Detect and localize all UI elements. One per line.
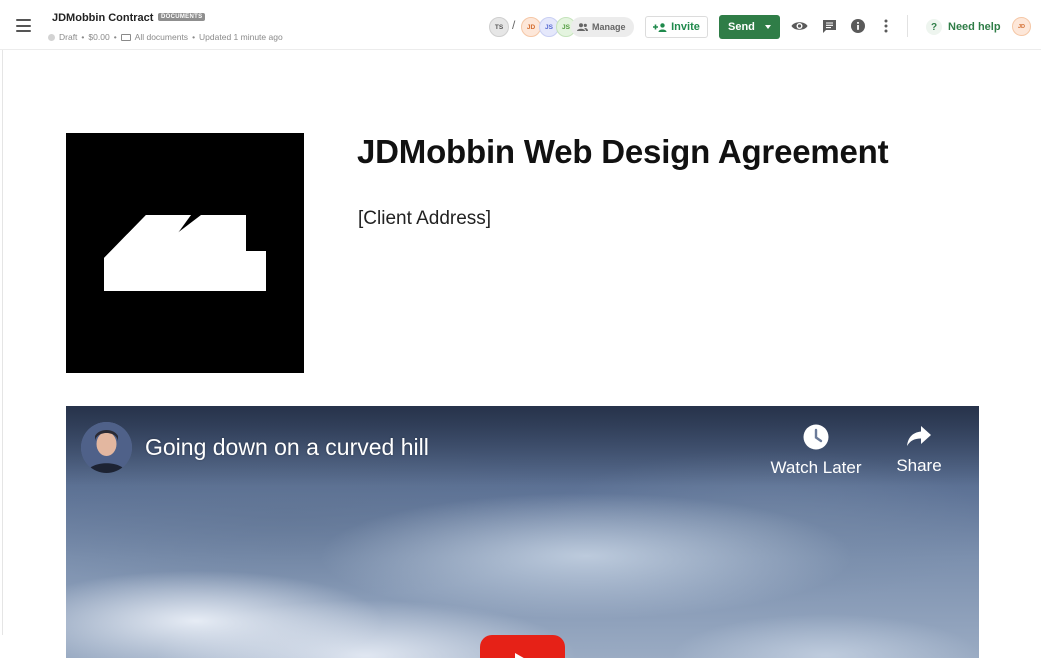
top-bar: JDMobbin Contract DOCUMENTS Draft • $0.0…: [0, 0, 1041, 50]
folder-icon: [120, 33, 131, 41]
collaborator-avatar[interactable]: JD: [521, 17, 541, 37]
clock-icon: [803, 424, 829, 450]
send-label: Send: [728, 21, 755, 33]
hamburger-menu-icon[interactable]: [16, 19, 31, 32]
video-title[interactable]: Going down on a curved hill: [145, 434, 429, 461]
meta-separator: •: [81, 32, 85, 42]
need-help-button[interactable]: ? Need help: [922, 16, 1005, 38]
chevron-down-icon[interactable]: [765, 25, 771, 29]
amount-text: $0.00: [88, 32, 110, 42]
document-meta: Draft • $0.00 • All documents • Updated …: [48, 32, 283, 42]
avatar-separator: /: [512, 18, 516, 32]
manage-label: Manage: [592, 22, 626, 32]
updated-text: Updated 1 minute ago: [199, 32, 283, 42]
play-button[interactable]: [480, 635, 565, 658]
help-icon: ?: [926, 19, 942, 35]
share-button[interactable]: Share: [884, 424, 954, 476]
client-address[interactable]: [Client Address]: [358, 208, 491, 230]
owner-avatar[interactable]: TS: [489, 17, 509, 37]
company-logo[interactable]: [66, 133, 304, 373]
info-icon[interactable]: [849, 17, 867, 35]
channel-avatar[interactable]: [81, 422, 132, 473]
agreement-title[interactable]: JDMobbin Web Design Agreement: [357, 133, 889, 171]
invite-button[interactable]: Invite: [645, 16, 708, 38]
user-avatar[interactable]: JD: [1012, 17, 1031, 36]
toolbar-divider: [907, 15, 908, 37]
status-text: Draft: [59, 32, 78, 42]
meta-separator: •: [192, 32, 196, 42]
add-person-icon: [653, 22, 667, 32]
share-arrow-icon: [907, 426, 931, 446]
eye-icon[interactable]: [790, 17, 808, 35]
page-margin: [979, 635, 1041, 658]
document-title[interactable]: JDMobbin Contract: [52, 12, 153, 24]
page-edge: [2, 50, 3, 635]
meta-separator: •: [113, 32, 117, 42]
watch-later-button[interactable]: Watch Later: [766, 424, 866, 478]
m-logo-icon: [104, 215, 266, 291]
person-icon: [81, 422, 132, 473]
watch-later-label: Watch Later: [770, 458, 862, 477]
manage-button[interactable]: Manage: [571, 17, 634, 37]
more-vertical-icon[interactable]: [877, 17, 895, 35]
folder-link[interactable]: All documents: [135, 32, 188, 42]
need-help-label: Need help: [948, 21, 1001, 33]
send-button[interactable]: Send: [719, 15, 780, 39]
share-label: Share: [896, 456, 942, 475]
documents-badge: DOCUMENTS: [158, 13, 206, 21]
people-icon: [577, 23, 588, 31]
video-embed[interactable]: Going down on a curved hill Watch Later …: [66, 406, 979, 658]
invite-label: Invite: [671, 21, 700, 33]
status-dot-icon: [48, 33, 55, 41]
page-margin: [0, 635, 66, 658]
comment-icon[interactable]: [820, 17, 838, 35]
